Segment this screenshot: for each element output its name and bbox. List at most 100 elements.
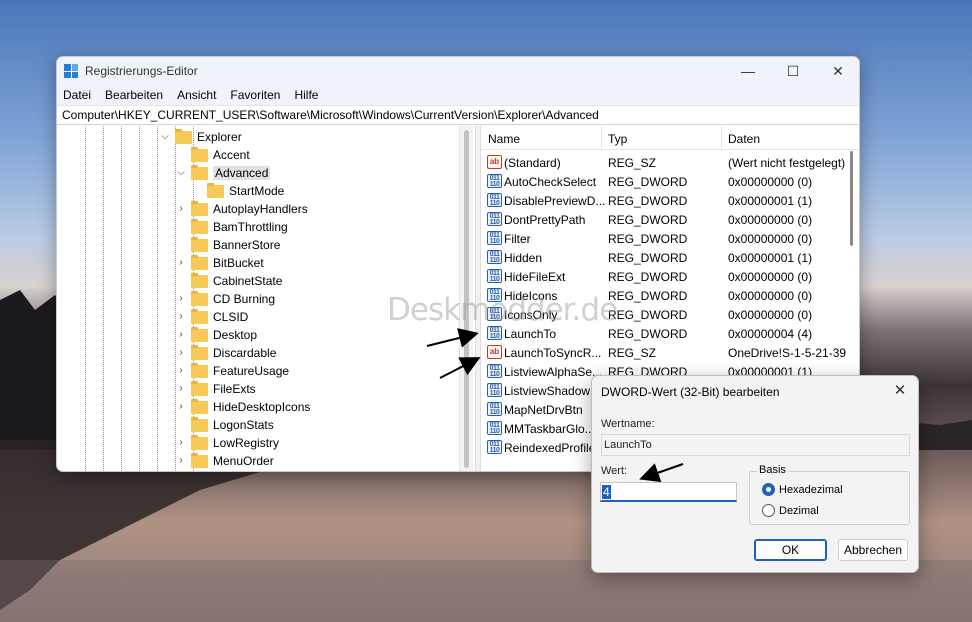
tree-guide-line [103,126,104,471]
column-header-name[interactable]: Name [488,132,520,146]
tree-item-explorer[interactable]: ⌵ Explorer [159,128,242,146]
column-header-daten[interactable]: Daten [728,132,760,146]
value-data-input[interactable]: 4 [600,482,737,502]
tree-item-advanced[interactable]: ⌵ Advanced [175,164,271,182]
binary-value-icon: 011 110 [487,440,502,454]
maximize-button[interactable]: ☐ [770,60,816,82]
chevron-right-icon[interactable]: › [175,365,187,377]
radio-dezimal[interactable]: Dezimal [762,504,819,517]
tree-guide-line [121,126,122,471]
tree-item-accent[interactable]: Accent [175,146,250,164]
list-row[interactable]: 011 110 AutoCheckSelect REG_DWORD 0x0000… [481,172,859,191]
radio-hexadezimal[interactable]: Hexadezimal [762,483,843,496]
list-row[interactable]: 011 110 DontPrettyPath REG_DWORD 0x00000… [481,210,859,229]
value-name: ReindexedProfile [504,441,596,455]
tree-item-label: FeatureUsage [213,364,290,378]
tree-item-discardable[interactable]: › Discardable [175,344,276,362]
tree-item-label: HideDesktopIcons [213,400,311,414]
chevron-right-icon[interactable]: › [175,293,187,305]
tree-item-label: BannerStore [213,238,281,252]
folder-icon [191,146,208,162]
tree-item-desktop[interactable]: › Desktop [175,326,257,344]
tree-item-menuorder[interactable]: › MenuOrder [175,452,274,470]
ok-button[interactable]: OK [754,539,827,561]
tree-item-label: FileExts [213,382,256,396]
radio-unselected-icon[interactable] [762,504,775,517]
column-header-typ[interactable]: Typ [608,132,627,146]
radio-selected-icon[interactable] [762,483,775,496]
value-data: (Wert nicht festgelegt) [728,156,846,170]
tree-guide-line [85,126,86,471]
value-name: DisablePreviewD... [504,194,606,208]
binary-value-icon: 011 110 [487,269,502,283]
column-divider[interactable] [721,126,722,150]
tree-item-cd-burning[interactable]: › CD Burning [175,290,275,308]
tree-item-logonstats[interactable]: LogonStats [175,416,274,434]
menu-ansicht[interactable]: Ansicht [177,85,223,105]
column-divider[interactable] [601,126,602,150]
chevron-right-icon[interactable]: › [175,257,187,269]
menu-bearbeiten[interactable]: Bearbeiten [105,85,170,105]
tree-item-fileexts[interactable]: › FileExts [175,380,256,398]
value-name-field[interactable]: LaunchTo [601,434,910,456]
tree-item-lowregistry[interactable]: › LowRegistry [175,434,279,452]
value-name: (Standard) [504,156,561,170]
tree-item-bitbucket[interactable]: › BitBucket [175,254,264,272]
tree-item-label: CabinetState [213,274,283,288]
chevron-right-icon[interactable]: › [175,383,187,395]
menu-favoriten[interactable]: Favoriten [230,85,287,105]
tree-item-featureusage[interactable]: › FeatureUsage [175,362,289,380]
binary-value-icon: 011 110 [487,402,502,416]
list-header: Name Typ Daten [481,126,859,150]
list-row[interactable]: 011 110 DisablePreviewD... REG_DWORD 0x0… [481,191,859,210]
binary-value-icon: 011 110 [487,250,502,264]
chevron-right-icon[interactable]: › [175,347,187,359]
value-type: REG_DWORD [608,327,688,341]
tree-item-bannerstore[interactable]: BannerStore [175,236,280,254]
tree-item-label: LogonStats [213,418,274,432]
value-data: 0x00000000 (0) [728,289,813,303]
list-row[interactable]: 011 110 Filter REG_DWORD 0x00000000 (0) [481,229,859,248]
title-bar[interactable]: Registrierungs-Editor — ☐ ✕ [57,57,859,85]
list-scrollbar-thumb[interactable] [850,151,853,246]
watermark-text: Deskmodder.de [387,292,618,328]
address-bar[interactable]: Computer\HKEY_CURRENT_USER\Software\Micr… [57,105,859,125]
folder-icon [191,200,208,216]
tree-item-label: Advanced [213,166,271,180]
chevron-right-icon[interactable]: › [175,437,187,449]
close-button[interactable]: ✕ [815,60,859,82]
chevron-down-icon[interactable]: ⌵ [175,167,187,179]
tree-item-autoplayhandlers[interactable]: › AutoplayHandlers [175,200,308,218]
chevron-right-icon[interactable]: › [175,203,187,215]
menu-datei[interactable]: Datei [63,85,98,105]
tree-item-hidedesktopicons[interactable]: › HideDesktopIcons [175,398,310,416]
chevron-right-icon[interactable]: › [175,311,187,323]
chevron-down-icon[interactable]: ⌵ [159,131,171,143]
list-row[interactable]: 011 110 HideFileExt REG_DWORD 0x00000000… [481,267,859,286]
list-row[interactable]: ab (Standard) REG_SZ (Wert nicht festgel… [481,153,859,172]
cancel-button[interactable]: Abbrechen [838,539,908,561]
list-row[interactable]: 011 110 Hidden REG_DWORD 0x00000001 (1) [481,248,859,267]
tree-item-clsid[interactable]: › CLSID [175,308,248,326]
tree-item-cabinetstate[interactable]: CabinetState [175,272,282,290]
minimize-button[interactable]: — [725,60,771,82]
chevron-right-icon[interactable]: › [175,455,187,467]
folder-icon [191,362,208,378]
folder-icon [191,290,208,306]
folder-icon [191,326,208,342]
annotation-arrow-icon [639,463,684,483]
value-name: Filter [504,232,531,246]
value-type: REG_DWORD [608,270,688,284]
list-scrollbar[interactable] [847,151,855,251]
tree-item-startmode[interactable]: StartMode [191,182,284,200]
tree-guide-line [157,126,158,471]
chevron-right-icon[interactable]: › [175,329,187,341]
chevron-right-icon[interactable]: › [175,401,187,413]
value-type: REG_SZ [608,156,657,170]
tree-item-bamthrottling[interactable]: BamThrottling [175,218,288,236]
dialog-close-button[interactable]: ✕ [888,380,912,402]
list-row[interactable]: ab LaunchToSyncR... REG_SZ OneDrive!S-1-… [481,343,859,362]
menu-hilfe[interactable]: Hilfe [294,85,325,105]
